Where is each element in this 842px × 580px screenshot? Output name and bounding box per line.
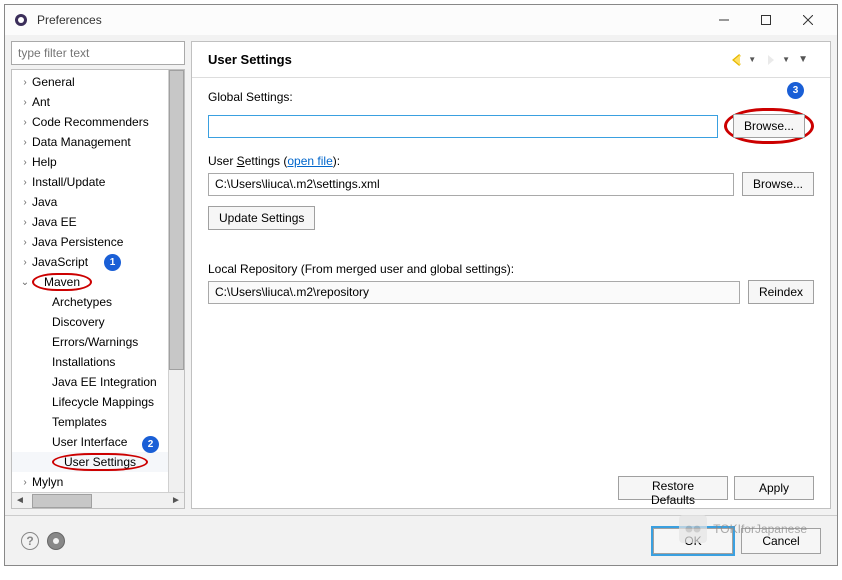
tree-item-java-ee-integration[interactable]: Java EE Integration <box>12 372 184 392</box>
forward-icon[interactable] <box>764 53 778 67</box>
local-repo-label: Local Repository (From merged user and g… <box>208 262 814 276</box>
user-settings-input[interactable] <box>208 173 734 196</box>
caret-icon: › <box>18 157 32 168</box>
tree-item-ant[interactable]: ›Ant <box>12 92 184 112</box>
caret-icon: › <box>18 97 32 108</box>
restore-defaults-button[interactable]: Restore Defaults <box>618 476 728 500</box>
tree-item-help[interactable]: ›Help <box>12 152 184 172</box>
tree-item-code-recommenders[interactable]: ›Code Recommenders <box>12 112 184 132</box>
tree-item-java-persistence[interactable]: ›Java Persistence <box>12 232 184 252</box>
tree-item-user-settings[interactable]: User Settings <box>12 452 184 472</box>
update-settings-button[interactable]: Update Settings <box>208 206 315 230</box>
tree-item-templates[interactable]: Templates <box>12 412 184 432</box>
caret-icon: › <box>18 177 32 188</box>
tree-item-data-management[interactable]: ›Data Management <box>12 132 184 152</box>
forward-dropdown-icon[interactable]: ▼ <box>782 55 790 64</box>
horizontal-scrollbar[interactable]: ◄ ► <box>12 492 184 508</box>
caret-icon: › <box>18 237 32 248</box>
main-panel: User Settings ▼ ▼ ▼ 3 Global Settings: B… <box>191 41 831 509</box>
tree-item-label: User Interface <box>52 435 127 449</box>
open-file-link[interactable]: open file <box>287 154 332 168</box>
tree-item-label: Help <box>32 155 57 169</box>
menu-dropdown-icon[interactable]: ▼ <box>798 54 808 65</box>
back-icon[interactable] <box>730 53 744 67</box>
annotation-2: 2 <box>142 436 159 453</box>
tree-item-label: Installations <box>52 355 115 369</box>
close-button[interactable] <box>787 6 829 34</box>
filter-input[interactable] <box>11 41 185 65</box>
tree-item-java-ee[interactable]: ›Java EE <box>12 212 184 232</box>
tree-item-archetypes[interactable]: Archetypes <box>12 292 184 312</box>
tree-item-errors-warnings[interactable]: Errors/Warnings <box>12 332 184 352</box>
user-browse-button[interactable]: Browse... <box>742 172 814 196</box>
tree-item-label: Java EE <box>32 215 77 229</box>
annotation-1: 1 <box>104 254 121 271</box>
tree-item-label: Java Persistence <box>32 235 123 249</box>
cancel-button[interactable]: Cancel <box>741 528 821 554</box>
vertical-scrollbar[interactable] <box>168 70 184 492</box>
back-dropdown-icon[interactable]: ▼ <box>748 55 756 64</box>
preferences-window: Preferences ›General›Ant›Code Recommende… <box>4 4 838 566</box>
tree-item-lifecycle-mappings[interactable]: Lifecycle Mappings <box>12 392 184 412</box>
caret-icon: › <box>18 197 32 208</box>
tree-item-label: Code Recommenders <box>32 115 149 129</box>
tree-item-label: User Settings <box>52 453 148 471</box>
tree-item-label: Data Management <box>32 135 131 149</box>
tree-item-label: Java <box>32 195 57 209</box>
tree-item-installations[interactable]: Installations <box>12 352 184 372</box>
sidebar: ›General›Ant›Code Recommenders›Data Mana… <box>11 41 185 509</box>
caret-icon: ⌄ <box>18 277 32 288</box>
caret-icon: › <box>18 137 32 148</box>
tree-item-discovery[interactable]: Discovery <box>12 312 184 332</box>
tree-container: ›General›Ant›Code Recommenders›Data Mana… <box>11 69 185 509</box>
tree-item-label: Discovery <box>52 315 105 329</box>
caret-icon: › <box>18 257 32 268</box>
minimize-button[interactable] <box>703 6 745 34</box>
tree-item-label: Mylyn <box>32 475 63 489</box>
caret-icon: › <box>18 117 32 128</box>
help-icon[interactable]: ? <box>21 532 39 550</box>
tree-item-javascript[interactable]: ›JavaScript <box>12 252 184 272</box>
scroll-left-icon[interactable]: ◄ <box>12 493 28 509</box>
global-browse-button[interactable]: Browse... <box>733 114 805 138</box>
titlebar: Preferences <box>5 5 837 35</box>
tree-item-install-update[interactable]: ›Install/Update <box>12 172 184 192</box>
ok-button[interactable]: OK <box>653 528 733 554</box>
tree-item-label: Install/Update <box>32 175 105 189</box>
footer: ? OK Cancel <box>5 515 837 565</box>
scroll-right-icon[interactable]: ► <box>168 493 184 509</box>
tree-item-label: JavaScript <box>32 255 88 269</box>
apply-button[interactable]: Apply <box>734 476 814 500</box>
page-title: User Settings <box>208 52 292 67</box>
tree-item-general[interactable]: ›General <box>12 72 184 92</box>
tree-item-mylyn[interactable]: ›Mylyn <box>12 472 184 492</box>
tree-item-label: Ant <box>32 95 50 109</box>
tree-item-java[interactable]: ›Java <box>12 192 184 212</box>
user-settings-label: User Settings (open file): <box>208 154 814 168</box>
global-settings-input[interactable] <box>208 115 718 138</box>
record-icon[interactable] <box>47 532 65 550</box>
tree-item-label: Templates <box>52 415 107 429</box>
local-repo-input <box>208 281 740 304</box>
tree-item-label: Java EE Integration <box>52 375 157 389</box>
caret-icon: › <box>18 77 32 88</box>
tree-item-label: Archetypes <box>52 295 112 309</box>
tree-item-maven[interactable]: ⌄Maven <box>12 272 184 292</box>
tree-item-label: Maven <box>32 273 92 291</box>
reindex-button[interactable]: Reindex <box>748 280 814 304</box>
annotation-3: 3 <box>787 82 804 99</box>
caret-icon: › <box>18 217 32 228</box>
tree-item-label: Errors/Warnings <box>52 335 138 349</box>
maximize-button[interactable] <box>745 6 787 34</box>
tree-item-label: General <box>32 75 75 89</box>
global-settings-label: Global Settings: <box>208 90 814 104</box>
caret-icon: › <box>18 477 32 488</box>
tree-item-label: Lifecycle Mappings <box>52 395 154 409</box>
app-icon <box>13 12 29 28</box>
window-title: Preferences <box>37 13 102 27</box>
